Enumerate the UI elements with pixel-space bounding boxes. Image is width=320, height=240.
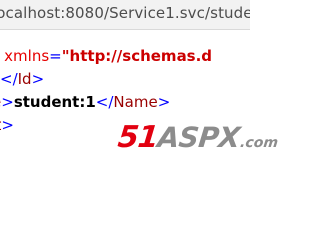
watermark-com: .com (239, 135, 279, 151)
xml-tag-id: Id (17, 70, 32, 88)
xml-close-bracket: > (31, 70, 45, 88)
xml-equals: = (49, 47, 62, 65)
xml-attribute-value: "http://schemas.d (61, 47, 213, 65)
xml-close-bracket: > (1, 116, 14, 134)
xml-tag-name-close: Name (113, 93, 158, 111)
xml-close-bracket-open: </ (0, 70, 18, 88)
watermark-aspx: ASPX (156, 121, 242, 154)
xml-close-bracket: > (157, 93, 171, 111)
address-url[interactable]: localhost:8080/Service1.svc/student (0, 4, 250, 22)
xml-attribute-name: xmlns (4, 47, 50, 65)
address-bar[interactable]: localhost:8080/Service1.svc/student (0, 0, 250, 30)
xml-close-bracket-open: </ (95, 93, 114, 111)
xml-text-value: student:1 (13, 93, 96, 111)
xml-line-root-element: nt xmlns="http://schemas.d (0, 44, 212, 68)
xml-line-id-close: </Id> (0, 67, 44, 91)
watermark-51: 51 (116, 120, 160, 155)
xml-line-root-close: nt> (0, 113, 14, 137)
watermark-logo: 51ASPX.com (116, 120, 280, 155)
xml-line-name-element: e>student:1</Name> (0, 90, 170, 114)
xml-open-tag-end: > (1, 93, 14, 111)
